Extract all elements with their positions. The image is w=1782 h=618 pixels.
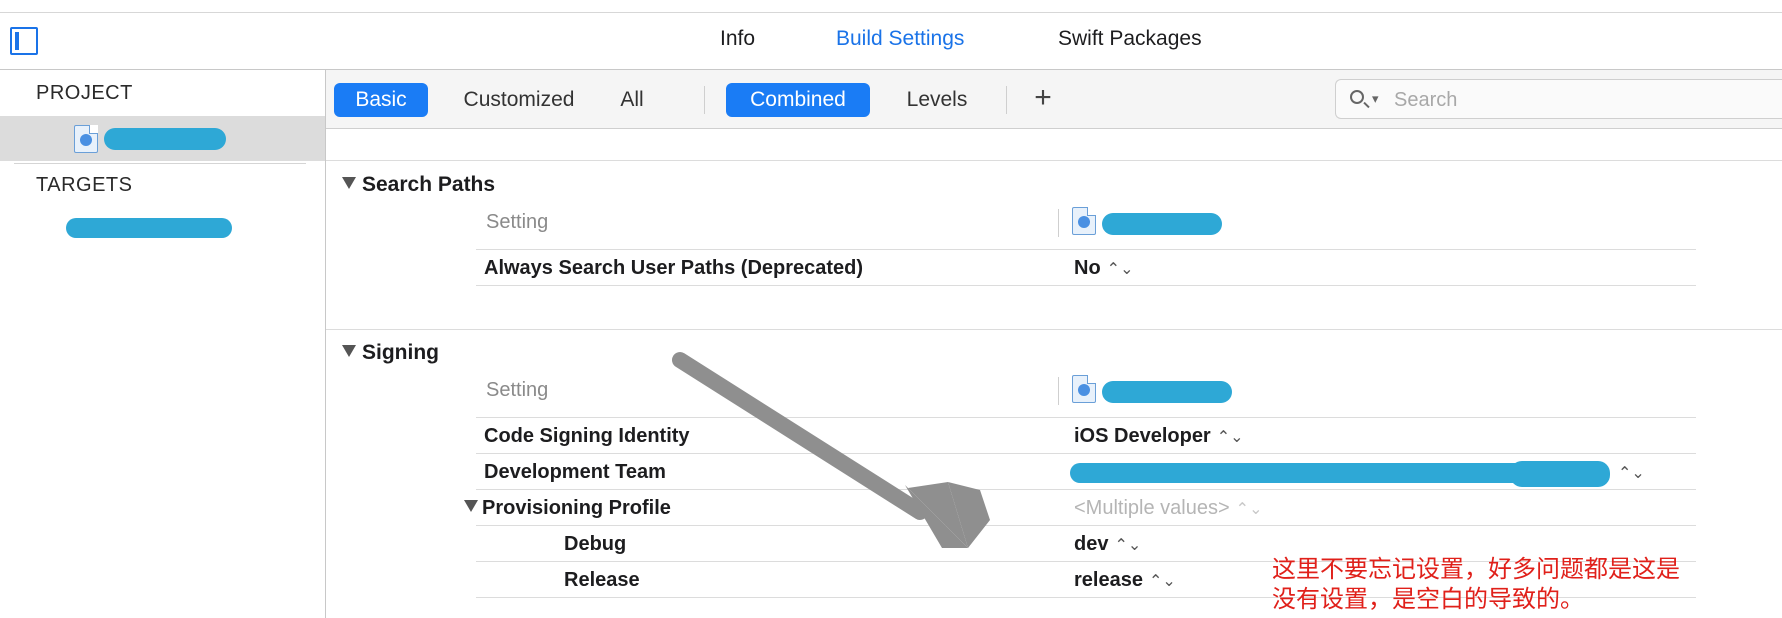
annotation-note: 这里不要忘记设置，好多问题都是这是 没有设置，是空白的导致的。 (1272, 554, 1680, 614)
always-search-user-paths-text: No (1074, 257, 1101, 279)
editor-header: Info Build Settings Swift Packages (0, 13, 1782, 70)
filter-basic-button[interactable]: Basic (334, 83, 428, 117)
divider (326, 329, 1782, 330)
stepper-icon: ⌃⌄ (1106, 261, 1134, 278)
redacted-target-column (1102, 213, 1222, 235)
signing-group[interactable]: Signing (342, 341, 439, 365)
setting-column-header: Setting (486, 379, 549, 401)
annotation-line-1: 这里不要忘记设置，好多问题都是这是 (1272, 555, 1680, 583)
column-separator (1058, 209, 1059, 237)
filter-customized-button[interactable]: Customized (450, 83, 588, 117)
code-signing-identity-text: iOS Developer (1074, 425, 1211, 447)
divider (476, 489, 1696, 490)
project-navigator: PROJECT TARGETS (0, 70, 326, 618)
build-settings-list: Search Paths Setting Always Search User … (326, 129, 1782, 618)
debug-label: Debug (564, 533, 627, 555)
divider (476, 285, 1696, 286)
disclosure-triangle-icon (342, 177, 356, 189)
build-settings-toolbar: Basic Customized All Combined Levels + ▾… (326, 70, 1782, 129)
divider (476, 417, 1696, 418)
stepper-icon: ⌃⌄ (1235, 501, 1263, 518)
redacted-target-column (1102, 381, 1232, 403)
project-item[interactable] (0, 116, 325, 161)
project-section-label: PROJECT (36, 82, 133, 104)
debug-value[interactable]: dev ⌃⌄ (1074, 533, 1141, 556)
divider (476, 453, 1696, 454)
tab-info[interactable]: Info (720, 27, 755, 51)
target-file-icon (1072, 375, 1096, 403)
divider (476, 249, 1696, 250)
code-signing-identity-label: Code Signing Identity (484, 425, 690, 447)
project-file-icon (74, 125, 98, 153)
search-field[interactable]: ▾ Search (1335, 79, 1782, 119)
development-team-value[interactable]: ⌃⌄ (1070, 461, 1645, 489)
redacted-team-name (1070, 463, 1566, 483)
sidebar-toggle-icon[interactable] (10, 27, 38, 55)
code-signing-identity-value[interactable]: iOS Developer ⌃⌄ (1074, 425, 1244, 448)
toolbar-separator (704, 86, 705, 114)
view-combined-button[interactable]: Combined (726, 83, 870, 117)
signing-title: Signing (362, 341, 439, 364)
stepper-icon: ⌃⌄ (1216, 429, 1244, 446)
view-levels-button[interactable]: Levels (884, 83, 990, 117)
provisioning-profile-label[interactable]: Provisioning Profile (464, 497, 671, 520)
targets-section-label: TARGETS (36, 174, 133, 196)
stepper-icon: ⌃⌄ (1148, 573, 1176, 590)
always-search-user-paths-value[interactable]: No ⌃⌄ (1074, 257, 1133, 280)
sidebar-divider (14, 163, 306, 164)
redacted-project-name (104, 128, 226, 150)
target-file-icon (1072, 207, 1096, 235)
provisioning-profile-text: Provisioning Profile (482, 497, 671, 519)
toolbar-separator (1006, 86, 1007, 114)
column-separator (1058, 377, 1059, 405)
development-team-label: Development Team (484, 461, 666, 483)
search-paths-group[interactable]: Search Paths (342, 173, 495, 197)
tab-swift-packages[interactable]: Swift Packages (1058, 27, 1202, 51)
stepper-icon: ⌃⌄ (1618, 465, 1645, 482)
annotation-line-2: 没有设置，是空白的导致的。 (1272, 585, 1584, 613)
disclosure-triangle-icon (464, 500, 478, 512)
redacted-team-id (1510, 461, 1610, 487)
add-setting-button[interactable]: + (1028, 81, 1058, 115)
always-search-user-paths-label: Always Search User Paths (Deprecated) (484, 257, 864, 279)
release-value[interactable]: release ⌃⌄ (1074, 569, 1176, 592)
release-label: Release (564, 569, 640, 591)
tab-build-settings[interactable]: Build Settings (836, 27, 964, 51)
disclosure-triangle-icon (342, 345, 356, 357)
chevron-down-icon: ▾ (1372, 91, 1379, 106)
search-paths-title: Search Paths (362, 173, 496, 196)
filter-all-button[interactable]: All (604, 83, 660, 117)
redacted-target-name[interactable] (66, 218, 232, 238)
divider (326, 160, 1782, 161)
stepper-icon: ⌃⌄ (1114, 537, 1142, 554)
debug-text: dev (1074, 533, 1109, 555)
release-text: release (1074, 569, 1143, 591)
search-icon (1350, 90, 1364, 104)
provisioning-profile-value[interactable]: <Multiple values> ⌃⌄ (1074, 497, 1262, 520)
provisioning-profile-multiple: <Multiple values> (1074, 497, 1230, 519)
divider (476, 525, 1696, 526)
search-placeholder: Search (1394, 89, 1458, 111)
setting-column-header: Setting (486, 211, 549, 233)
